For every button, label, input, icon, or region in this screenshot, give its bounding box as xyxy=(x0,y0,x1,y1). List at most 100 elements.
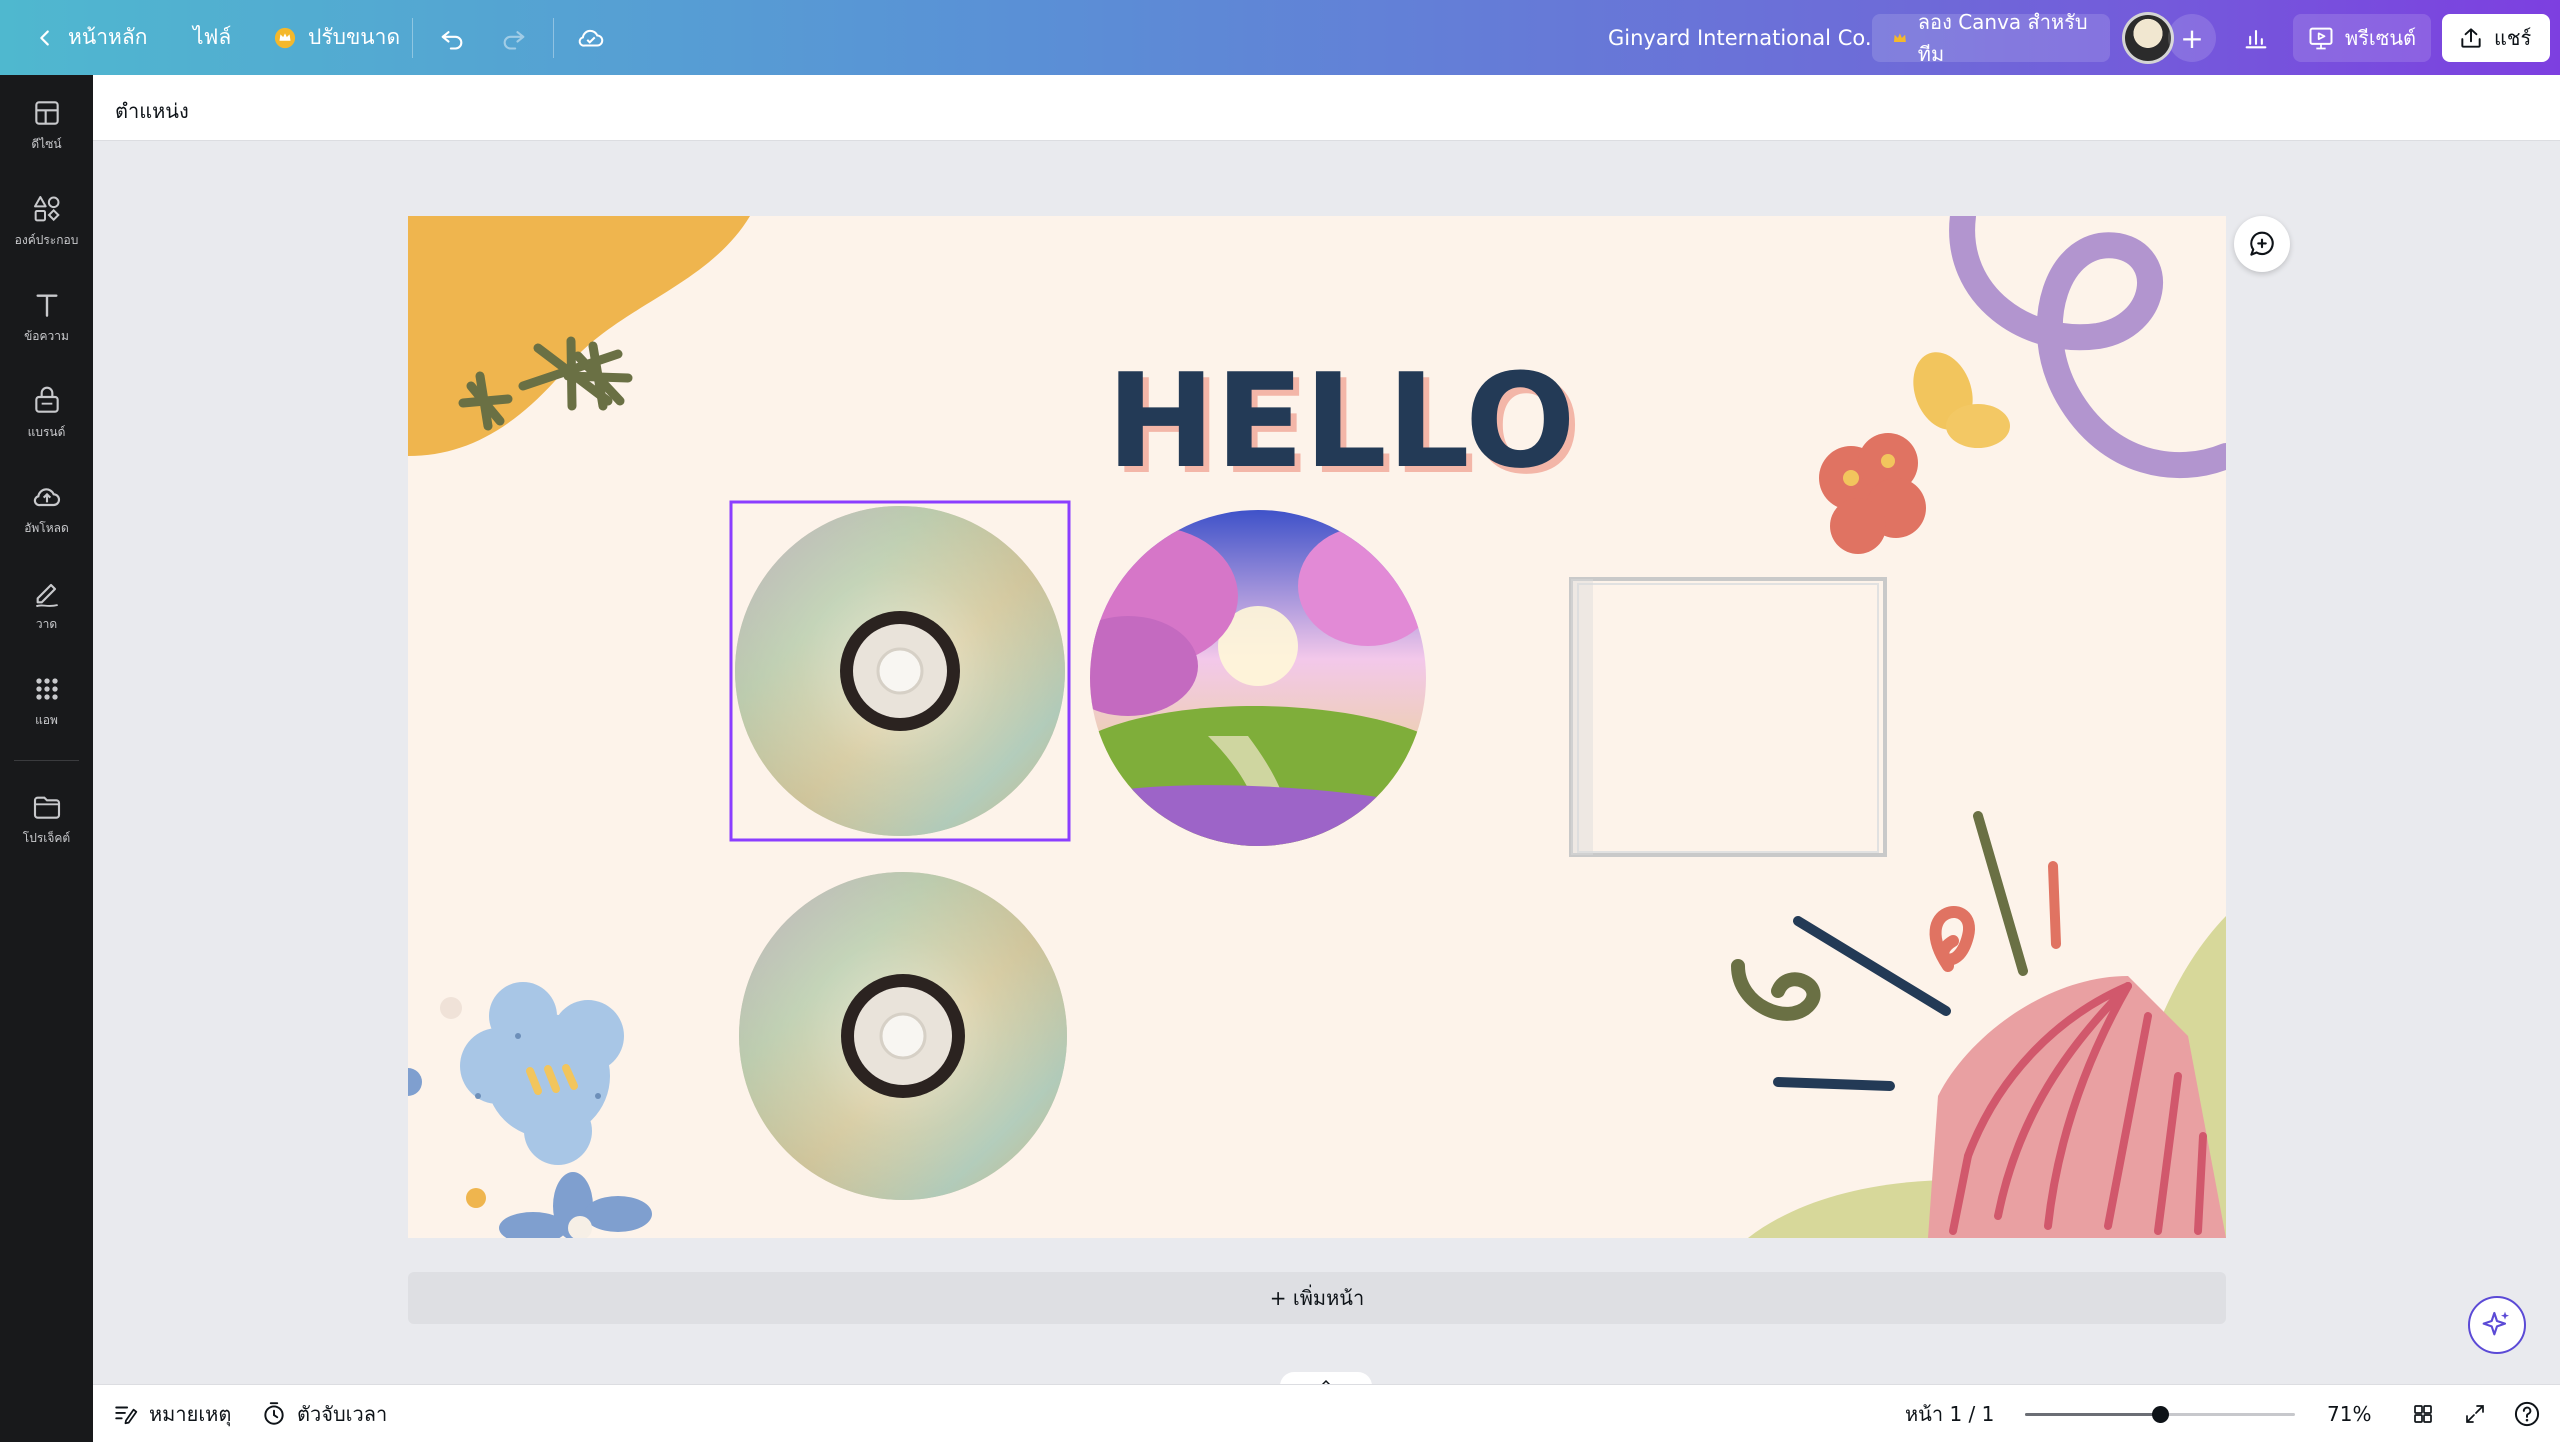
design-artwork: HELLO HELLO xyxy=(408,216,2226,1238)
blue-petal-flower xyxy=(499,1172,652,1238)
expand-icon xyxy=(2466,1405,2484,1423)
timer-icon xyxy=(264,1402,284,1425)
context-toolbar: ตำแหน่ง xyxy=(93,75,2560,141)
position-button[interactable]: ตำแหน่ง xyxy=(115,95,189,127)
sidebar-item-label: ดีไซน์ xyxy=(31,137,62,151)
divider xyxy=(553,18,554,58)
design-page[interactable]: HELLO HELLO xyxy=(408,216,2226,1238)
yellow-blob xyxy=(408,216,750,456)
timer-button[interactable]: ตัวจับเวลา xyxy=(261,1385,387,1442)
page-indicator-label: หน้า 1 / 1 xyxy=(1905,1402,1995,1426)
zoom-label: 71% xyxy=(2327,1402,2372,1426)
blue-flower xyxy=(460,982,624,1165)
home-label: หน้าหลัก xyxy=(68,25,148,49)
magic-assistant-button[interactable] xyxy=(2468,1296,2526,1354)
timer-label: ตัวจับเวลา xyxy=(297,1402,388,1426)
page-indicator[interactable]: หน้า 1 / 1 xyxy=(1905,1385,1994,1442)
sidebar-item-label: ข้อความ xyxy=(24,329,69,343)
chevron-left-icon xyxy=(40,29,49,46)
red-flower xyxy=(1819,433,1926,554)
cloud-check-icon xyxy=(578,29,604,47)
insights-button[interactable] xyxy=(2236,18,2276,58)
landscape-circle-image[interactable] xyxy=(1058,506,1438,856)
bar-chart-icon xyxy=(2245,29,2267,49)
present-label: พรีเซนต์ xyxy=(2345,26,2416,50)
zoom-slider[interactable] xyxy=(2025,1406,2295,1423)
pen-icon xyxy=(35,583,58,608)
notes-icon xyxy=(115,1406,138,1425)
sidebar-item-label: องค์ประกอบ xyxy=(14,233,79,247)
dot xyxy=(408,1068,422,1096)
sidebar-item-elements[interactable]: องค์ประกอบ xyxy=(0,193,93,273)
share-label: แชร์ xyxy=(2494,26,2532,50)
divider xyxy=(412,18,413,58)
user-avatar[interactable] xyxy=(2122,12,2174,64)
sidebar-item-text[interactable]: ข้อความ xyxy=(0,289,93,369)
redo-button[interactable] xyxy=(494,18,534,58)
hello-heading[interactable]: HELLO xyxy=(1106,345,1575,497)
apps-icon xyxy=(35,678,58,700)
notes-button[interactable]: หมายเหตุ xyxy=(113,1385,231,1442)
fullscreen-button[interactable] xyxy=(2463,1385,2487,1442)
sidebar-item-label: แบรนด์ xyxy=(27,425,66,439)
sidebar-item-label: แอพ xyxy=(35,713,58,727)
notes-label: หมายเหตุ xyxy=(149,1402,232,1426)
home-button[interactable]: หน้าหลัก xyxy=(34,0,147,75)
help-icon xyxy=(2514,1401,2540,1427)
sidebar-item-apps[interactable]: แอพ xyxy=(0,673,93,753)
undo-icon xyxy=(441,31,463,50)
crown-icon xyxy=(274,27,296,48)
yellow-butterfly xyxy=(1913,352,2010,448)
sidebar-item-label: อัพโหลด xyxy=(24,521,69,535)
sidebar-item-label: วาด xyxy=(35,617,58,631)
try-canva-label: ลอง Canva สำหรับทีม xyxy=(1917,10,2088,66)
sidebar-item-brand[interactable]: แบรนด์ xyxy=(0,385,93,465)
add-page-label: + เพิ่มหน้า xyxy=(1269,1286,1365,1310)
cd-case-frame[interactable] xyxy=(1569,577,1887,857)
dot xyxy=(440,997,462,1019)
footer-bar: หมายเหตุ ตัวจับเวลา หน้า 1 / 1 71% xyxy=(93,1384,2560,1442)
grid-view-button[interactable] xyxy=(2411,1385,2435,1442)
invite-button[interactable]: + xyxy=(2168,14,2216,62)
sidebar-item-draw[interactable]: วาด xyxy=(0,577,93,657)
plus-icon: + xyxy=(2180,21,2204,55)
share-upload-icon xyxy=(2461,28,2481,48)
present-icon xyxy=(2309,27,2333,50)
redo-icon xyxy=(503,31,525,50)
team-name-label: Ginyard International Co. xyxy=(1608,25,1872,50)
zoom-slider-handle[interactable] xyxy=(2152,1406,2169,1423)
cloud-save-button[interactable] xyxy=(571,18,611,58)
try-canva-teams-button[interactable]: ลอง Canva สำหรับทีม xyxy=(1872,10,2110,66)
layout-icon xyxy=(34,101,59,125)
sidebar-item-label: โปรเจ็คต์ xyxy=(22,831,71,845)
left-sidebar: ดีไซน์ องค์ประกอบ ข้อความ แบรนด์ อัพโหลด… xyxy=(0,75,93,1442)
resize-label: ปรับขนาด xyxy=(308,25,401,49)
help-button[interactable] xyxy=(2513,1385,2541,1442)
sidebar-divider xyxy=(14,760,79,761)
cd-disc-selected[interactable] xyxy=(735,506,1065,836)
folder-icon xyxy=(33,796,60,819)
file-label: ไฟล์ xyxy=(193,25,232,49)
upload-icon xyxy=(33,488,60,507)
sidebar-item-uploads[interactable]: อัพโหลด xyxy=(0,481,93,561)
brand-icon xyxy=(34,386,59,413)
present-button[interactable]: พรีเซนต์ xyxy=(2293,14,2431,62)
shapes-icon xyxy=(33,196,60,222)
text-icon xyxy=(35,294,58,317)
crown-icon xyxy=(1893,33,1906,42)
sidebar-item-design[interactable]: ดีไซน์ xyxy=(0,97,93,177)
comment-button[interactable] xyxy=(2234,216,2290,272)
add-page-button[interactable]: + เพิ่มหน้า xyxy=(408,1272,2226,1324)
share-button[interactable]: แชร์ xyxy=(2442,14,2550,62)
sidebar-item-projects[interactable]: โปรเจ็คต์ xyxy=(0,791,93,871)
team-name[interactable]: Ginyard International Co. xyxy=(1608,0,1872,75)
file-menu-button[interactable]: ไฟล์ xyxy=(193,0,231,75)
resize-button[interactable]: ปรับขนาด xyxy=(274,0,400,75)
undo-button[interactable] xyxy=(432,18,472,58)
sparkle-icon xyxy=(2482,1311,2509,1336)
cd-disc[interactable] xyxy=(739,872,1067,1200)
top-bar: หน้าหลัก ไฟล์ ปรับขนาด Ginyard Internati… xyxy=(0,0,2560,75)
comment-add-icon xyxy=(2250,231,2274,256)
zoom-percentage-button[interactable]: 71% xyxy=(2327,1385,2371,1442)
zoom-slider-fill xyxy=(2025,1413,2160,1416)
